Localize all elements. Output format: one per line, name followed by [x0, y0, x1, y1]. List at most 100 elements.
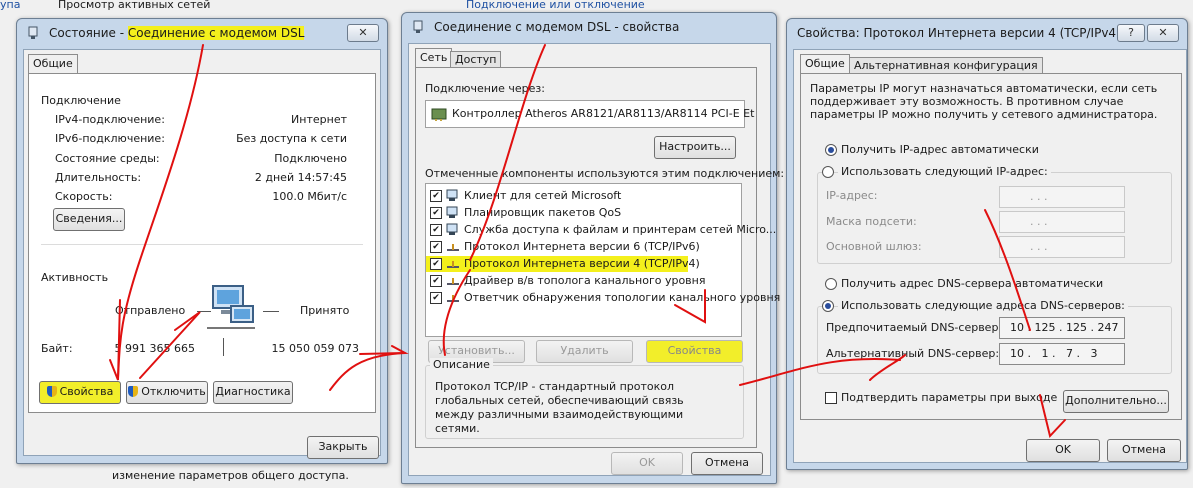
shield-icon	[128, 386, 139, 397]
close-icon[interactable]: ✕	[1147, 24, 1179, 42]
alternate-dns-input[interactable]: 10 . 1 . 7 . 3	[999, 343, 1125, 365]
list-item[interactable]: ✔ Планировщик пакетов QoS	[426, 205, 736, 221]
checkbox[interactable]: ✔	[430, 241, 442, 253]
props-panel: Подключение через: Контроллер Atheros AR…	[415, 67, 784, 448]
row-value: Подключено	[274, 152, 347, 165]
close-button[interactable]: Закрыть	[307, 436, 379, 459]
list-item[interactable]: ✔ Служба доступа к файлам и принтерам се…	[426, 222, 776, 238]
row-value: Без доступа к сети	[236, 132, 347, 145]
status-dialog: Состояние - Соединение с модемом DSL ✕ О…	[16, 18, 388, 464]
ip-address-input[interactable]: . . .	[999, 186, 1125, 208]
row-label: IPv6-подключение:	[55, 132, 165, 145]
advanced-button[interactable]: Дополнительно...	[1063, 390, 1169, 413]
properties-button[interactable]: Свойства	[39, 381, 121, 404]
bytes-separator	[223, 338, 224, 356]
configure-button[interactable]: Настроить...	[654, 136, 736, 159]
cancel-button[interactable]: Отмена	[1107, 439, 1181, 462]
status-panel: Подключение IPv4-подключение: Интернет I…	[28, 73, 376, 413]
gateway-input[interactable]: . . .	[999, 236, 1125, 258]
auto-dns-label: Получить адрес DNS-сервера автоматически	[841, 277, 1104, 290]
checkbox[interactable]: ✔	[430, 292, 442, 304]
disconnect-button[interactable]: Отключить	[126, 381, 208, 404]
gateway-label: Основной шлюз:	[826, 240, 922, 253]
tab-alternate-config[interactable]: Альтернативная конфигурация	[849, 57, 1043, 74]
printer-icon	[446, 223, 458, 235]
remove-button[interactable]: Удалить	[536, 340, 633, 363]
shield-icon	[46, 386, 57, 397]
status-title-highlight: Соединение с модемом DSL	[127, 26, 305, 40]
description-text: Протокол TCP/IP - стандартный протокол г…	[435, 380, 684, 435]
ok-button[interactable]: OK	[611, 452, 683, 475]
checkbox[interactable]: ✔	[430, 190, 442, 202]
list-item-ipv4[interactable]: ✔ Протокол Интернета версии 4 (TCP/IPv4)	[426, 256, 700, 272]
item-properties-button[interactable]: Свойства	[646, 340, 743, 363]
activity-right-line	[263, 311, 279, 312]
checkbox[interactable]: ✔	[430, 224, 442, 236]
activity-left-line	[197, 311, 211, 312]
qos-icon	[446, 206, 458, 218]
list-item-label: Клиент для сетей Microsoft	[464, 189, 622, 202]
activity-header: Активность	[41, 271, 109, 284]
ip-address-label: IP-адрес:	[826, 189, 878, 202]
protocol-icon	[447, 278, 459, 285]
list-item-label: Протокол Интернета версии 4 (TCP/IPv4)	[464, 257, 700, 270]
preferred-dns-input[interactable]: 10 . 125 . 125 . 247	[999, 317, 1125, 339]
props-dialog: Соединение с модемом DSL - свойства Сеть…	[401, 12, 784, 484]
components-list: ✔ Клиент для сетей Microsoft ✔ Планировщ…	[425, 183, 780, 337]
description-group: Описание Протокол TCP/IP - стандартный п…	[425, 358, 744, 439]
auto-ip-label: Получить IP-адрес автоматически	[841, 143, 1039, 156]
row-label: Состояние среды:	[55, 152, 160, 165]
alternate-dns-label: Альтернативный DNS-сервер:	[826, 347, 1000, 360]
list-item-label: Служба доступа к файлам и принтерам сете…	[464, 223, 777, 236]
manual-ip-radio[interactable]	[822, 166, 834, 178]
row-value: 2 дней 14:57:45	[254, 171, 347, 184]
row-label: Длительность:	[55, 171, 142, 184]
list-item[interactable]: ✔ Ответчик обнаружения топологии канальн…	[426, 290, 780, 306]
checkbox[interactable]: ✔	[430, 207, 442, 219]
intro-text: Параметры IP могут назначаться автоматич…	[810, 82, 1158, 121]
tab-general[interactable]: Общие	[800, 54, 850, 73]
ipv4-titlebar[interactable]: Свойства: Протокол Интернета версии 4 (T…	[787, 19, 1187, 47]
cancel-button[interactable]: Отмена	[691, 452, 763, 475]
details-button[interactable]: Сведения...	[53, 208, 125, 231]
validate-checkbox[interactable]	[825, 392, 837, 404]
checkbox[interactable]: ✔	[430, 275, 442, 287]
checkbox[interactable]: ✔	[430, 258, 442, 270]
tab-general[interactable]: Общие	[28, 54, 78, 73]
bytes-label: Байт:	[41, 342, 73, 355]
network-connection-icon	[28, 26, 38, 39]
auto-dns-radio[interactable]	[825, 278, 837, 290]
status-title: Состояние - Соединение с модемом DSL	[49, 26, 305, 40]
list-item[interactable]: ✔ Клиент для сетей Microsoft	[426, 188, 736, 204]
tab-access[interactable]: Доступ	[450, 51, 502, 68]
list-item-label: Протокол Интернета версии 6 (TCP/IPv6)	[464, 240, 700, 253]
received-label: Принято	[300, 304, 350, 317]
diagnostics-button[interactable]: Диагностика	[213, 381, 293, 404]
network-client-icon	[446, 189, 458, 201]
protocol-icon	[447, 295, 459, 302]
ipv4-panel: Параметры IP могут назначаться автоматич…	[800, 73, 1182, 420]
subnet-mask-input[interactable]: . . .	[999, 211, 1125, 233]
list-item[interactable]: ✔ Драйвер в/в тополога канального уровня	[426, 273, 736, 289]
ipv4-title: Свойства: Протокол Интернета версии 4 (T…	[797, 26, 1121, 40]
manual-dns-radio[interactable]	[822, 300, 834, 312]
props-titlebar[interactable]: Соединение с модемом DSL - свойства	[402, 13, 776, 41]
validate-label: Подтвердить параметры при выходе	[841, 391, 1058, 404]
bg-connect-link[interactable]: Подключение или отключение	[466, 0, 645, 11]
components-label: Отмеченные компоненты используются этим …	[425, 167, 785, 180]
tab-network[interactable]: Сеть	[415, 48, 453, 67]
adapter-name: Контроллер Atheros AR8121/AR8113/AR8114 …	[452, 107, 755, 120]
disconnect-button-label: Отключить	[141, 385, 206, 398]
list-item[interactable]: ✔ Протокол Интернета версии 6 (TCP/IPv6)	[426, 239, 736, 255]
row-label: IPv4-подключение:	[55, 113, 165, 126]
description-header: Описание	[430, 358, 493, 371]
ipv4-client: Общие Альтернативная конфигурация Параме…	[793, 49, 1187, 463]
sent-label: Отправлено	[115, 304, 186, 317]
auto-ip-radio[interactable]	[825, 144, 837, 156]
ipv4-dialog: Свойства: Протокол Интернета версии 4 (T…	[786, 18, 1188, 470]
subnet-mask-label: Маска подсети:	[826, 215, 917, 228]
close-icon[interactable]: ✕	[347, 24, 379, 42]
ok-button[interactable]: OK	[1026, 439, 1100, 462]
help-icon[interactable]: ?	[1117, 24, 1145, 42]
status-titlebar[interactable]: Состояние - Соединение с модемом DSL ✕	[17, 19, 387, 47]
